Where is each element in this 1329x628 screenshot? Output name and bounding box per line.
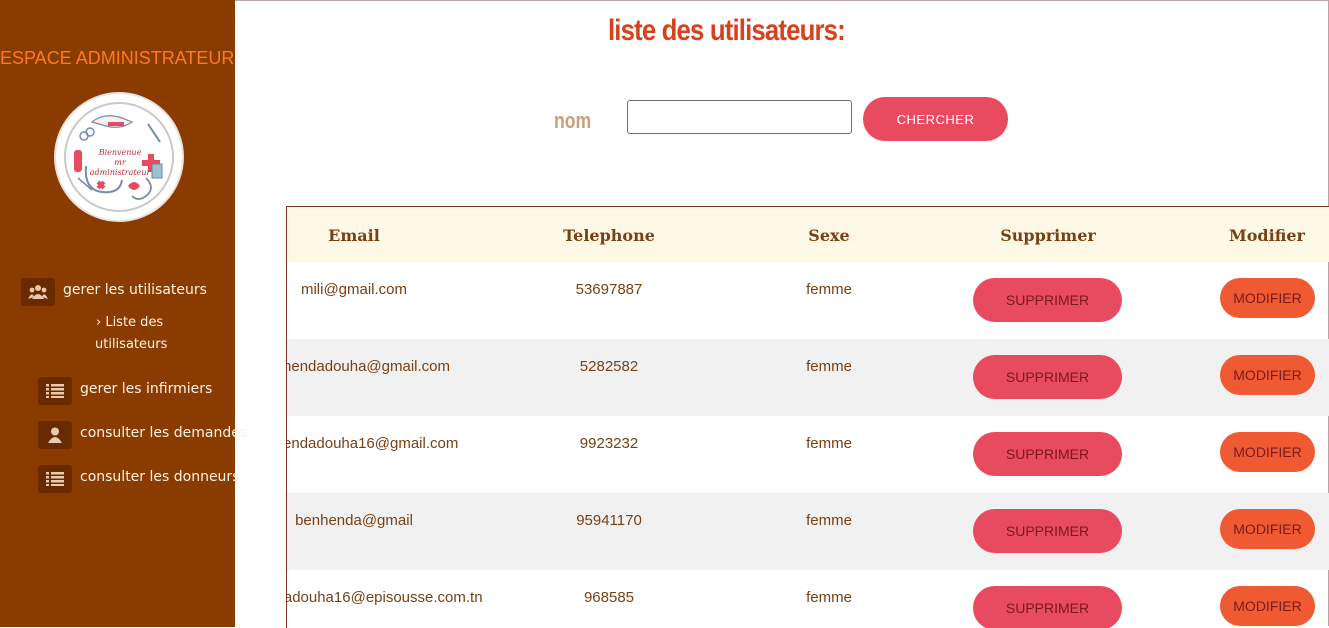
avatar: Bienvenue mr administrateur: [54, 92, 184, 222]
cell-telephone: 53697887: [575, 281, 643, 298]
user-glyph: [48, 427, 62, 443]
column-header-email: Email: [328, 226, 380, 245]
avatar-inner: Bienvenue mr administrateur: [64, 102, 174, 212]
list-icon[interactable]: [38, 465, 72, 493]
modify-button[interactable]: MODIFIER: [1220, 586, 1315, 626]
subitem-line-1: › Liste des: [96, 315, 164, 330]
delete-button[interactable]: SUPPRIMER: [973, 278, 1122, 322]
avatar-welcome-text: Bienvenue mr administrateur: [80, 148, 160, 178]
users-icon[interactable]: [21, 278, 55, 306]
delete-button[interactable]: SUPPRIMER: [973, 509, 1122, 553]
avatar-text-line-1: Bienvenue: [98, 148, 142, 157]
sidebar: ESPACE ADMINISTRATEUR Bienvenue mr admin…: [0, 0, 247, 627]
sidebar-item-gerer-infirmiers[interactable]: gerer les infirmiers: [80, 381, 212, 397]
list-icon[interactable]: [38, 377, 72, 405]
cell-email: benhendadouha16@episousse.com.tn: [287, 589, 483, 606]
delete-button[interactable]: SUPPRIMER: [973, 432, 1122, 476]
cell-sexe: femme: [806, 512, 852, 529]
cell-email: benhendadouha16@gmail.com: [287, 435, 459, 452]
cell-email: benhendadouha@gmail.com: [287, 358, 451, 375]
table-row: benhendadouha16@episousse.com.tn 968585 …: [287, 570, 1329, 628]
sidebar-item-consulter-demandes[interactable]: consulter les demandes: [80, 425, 247, 441]
modify-button[interactable]: MODIFIER: [1220, 355, 1315, 395]
brand-title: ESPACE ADMINISTRATEUR: [0, 48, 235, 68]
column-header-telephone: Telephone: [563, 226, 655, 245]
sidebar-item-gerer-utilisateurs[interactable]: gerer les utilisateurs: [63, 282, 207, 298]
search-label: nom: [554, 108, 592, 133]
table-header: Email Telephone Sexe Supprimer Modifier: [287, 207, 1329, 262]
column-header-modifier: Modifier: [1229, 226, 1305, 245]
cell-sexe: femme: [806, 435, 852, 452]
sidebar-item-consulter-donneurs[interactable]: consulter les donneurs: [80, 469, 239, 485]
table-row: benhendadouha16@gmail.com 9923232 femme …: [287, 416, 1329, 493]
column-header-supprimer: Supprimer: [1000, 226, 1096, 245]
modify-button[interactable]: MODIFIER: [1220, 509, 1315, 549]
search-button[interactable]: CHERCHER: [863, 97, 1008, 141]
users-table: Email Telephone Sexe Supprimer Modifier …: [286, 206, 1329, 628]
avatar-text-line-3: administrateur: [89, 168, 151, 177]
cell-email: mili@gmail.com: [300, 281, 408, 298]
sidebar-subitem-liste-utilisateurs[interactable]: › Liste des utilisateurs: [95, 312, 168, 356]
column-header-sexe: Sexe: [808, 226, 850, 245]
subitem-line-2: utilisateurs: [95, 337, 168, 352]
user-icon[interactable]: [38, 421, 72, 449]
list-glyph: [46, 472, 64, 486]
modify-button[interactable]: MODIFIER: [1220, 278, 1315, 318]
table-row: benhenda@gmail 95941170 femme SUPPRIMER …: [287, 493, 1329, 570]
table-row: benhendadouha@gmail.com 5282582 femme SU…: [287, 339, 1329, 416]
cell-sexe: femme: [806, 281, 852, 298]
list-glyph: [46, 384, 64, 398]
cell-telephone: 9923232: [579, 435, 639, 452]
avatar-text-line-2: mr: [114, 158, 126, 167]
cell-email: benhenda@gmail: [295, 512, 413, 529]
cell-telephone: 5282582: [579, 358, 639, 375]
cell-telephone: 95941170: [576, 512, 642, 529]
cell-telephone: 968585: [583, 589, 635, 606]
cell-sexe: femme: [806, 358, 852, 375]
delete-button[interactable]: SUPPRIMER: [973, 355, 1122, 399]
users-glyph: [28, 285, 48, 299]
modify-button[interactable]: MODIFIER: [1220, 432, 1315, 472]
table-row: mili@gmail.com 53697887 femme SUPPRIMER …: [287, 262, 1329, 339]
page-title: liste des utilisateurs:: [608, 14, 846, 47]
cell-sexe: femme: [806, 589, 852, 606]
delete-button[interactable]: SUPPRIMER: [973, 586, 1122, 628]
search-input[interactable]: [627, 100, 852, 134]
